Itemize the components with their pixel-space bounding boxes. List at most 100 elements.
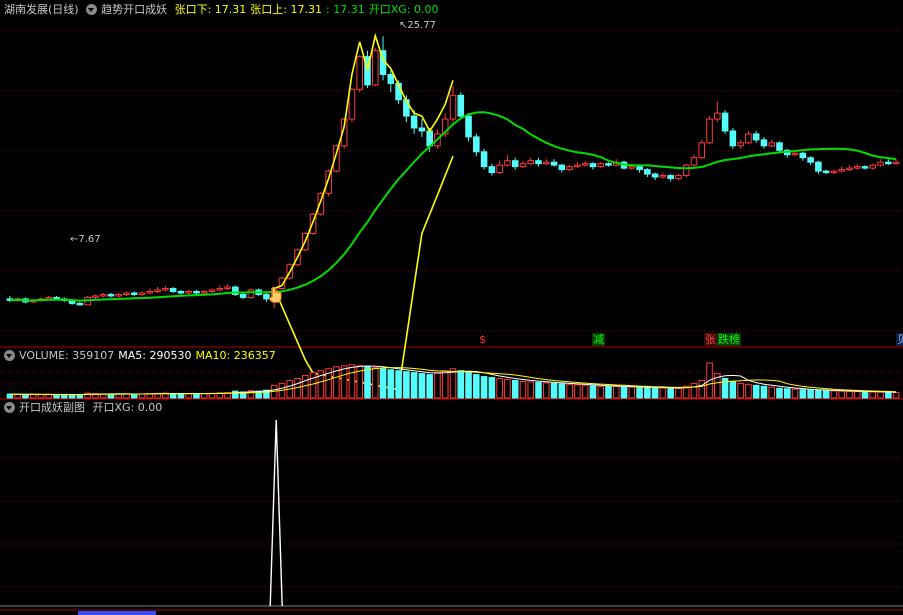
candle-body xyxy=(822,170,830,174)
candle-body xyxy=(488,166,496,174)
volume-bar xyxy=(589,385,597,399)
candle-body xyxy=(263,293,270,300)
volume-bar xyxy=(434,372,441,399)
candle-body xyxy=(682,164,690,177)
candle-body xyxy=(636,166,643,171)
candle-body xyxy=(721,112,729,132)
main-header-item-1: 张口上: 17.31 xyxy=(250,3,322,16)
volume-bar xyxy=(177,393,185,399)
candle-body xyxy=(200,290,208,294)
candle-body xyxy=(154,289,161,292)
candle-body xyxy=(628,166,636,169)
candle-body xyxy=(216,288,224,291)
sub-title[interactable]: 开口成妖副图 xyxy=(19,401,85,414)
volume-header-item-2: MA10: 236357 xyxy=(195,349,276,362)
volume-bar xyxy=(488,377,496,399)
candle-body xyxy=(745,133,752,144)
volume-bar xyxy=(543,382,550,399)
sub-header: 开口成妖副图 开口XG: 0.00 xyxy=(4,401,166,415)
volume-bar xyxy=(791,388,799,399)
candle-body xyxy=(504,160,511,166)
main-header-item-2: : 17.31 xyxy=(326,3,365,16)
candle-body xyxy=(690,157,698,166)
volume-bar xyxy=(340,365,348,399)
volume-bar xyxy=(768,386,776,399)
low-price-label: ←7.67 xyxy=(70,234,101,245)
volume-bar xyxy=(566,383,573,399)
volume-bar xyxy=(550,382,558,399)
candle-body xyxy=(123,292,130,295)
candle-body xyxy=(760,139,768,147)
candle-body xyxy=(807,157,814,163)
main-header-item-3: 开口XG: 0.00 xyxy=(368,3,439,16)
timeline-scroll-indicator xyxy=(78,611,156,615)
volume-bar xyxy=(667,387,674,399)
volume-bar xyxy=(527,381,535,399)
chart-canvas[interactable] xyxy=(0,0,903,615)
candle-body xyxy=(846,167,853,171)
volume-bar xyxy=(853,391,861,399)
volume-bar xyxy=(504,378,511,399)
candle-body xyxy=(535,160,542,165)
volume-bar xyxy=(519,380,527,399)
signal-marker: 张 xyxy=(704,333,717,346)
indicator-dropdown-icon[interactable] xyxy=(86,4,98,15)
volume-bar xyxy=(815,389,822,399)
candle-body xyxy=(92,295,99,298)
sub-dropdown-icon[interactable] xyxy=(4,402,15,413)
candle-body xyxy=(597,163,604,168)
volume-bar xyxy=(892,392,900,399)
candle-body xyxy=(177,290,185,294)
candle-body xyxy=(838,169,845,172)
candle-body xyxy=(449,94,457,120)
candle-body xyxy=(185,290,192,294)
candle-body xyxy=(644,169,651,175)
volume-bar xyxy=(387,369,395,399)
volume-bar xyxy=(799,389,807,399)
indicator-name[interactable]: 趋势开口成妖 xyxy=(101,3,167,16)
volume-bar xyxy=(480,376,488,399)
candle-body xyxy=(162,288,169,291)
volume-bar xyxy=(651,387,659,399)
candle-body xyxy=(387,73,395,84)
candle-body xyxy=(418,127,426,132)
candle-body xyxy=(651,173,659,178)
volume-bar xyxy=(22,394,29,399)
candle-body xyxy=(566,166,573,171)
volume-bar xyxy=(371,367,379,399)
volume-bar xyxy=(185,393,192,399)
volume-bar xyxy=(822,390,830,399)
candle-body xyxy=(247,289,255,298)
volume-bar xyxy=(737,382,744,399)
volume-bar xyxy=(535,381,542,399)
volume-dropdown-icon[interactable] xyxy=(4,350,15,361)
candle-body xyxy=(130,292,138,295)
volume-bar xyxy=(496,378,503,399)
volume-bar xyxy=(620,386,628,399)
candle-body xyxy=(659,175,667,178)
volume-bar xyxy=(379,368,387,399)
volume-bar xyxy=(698,379,706,399)
volume-bar xyxy=(14,393,21,399)
candle-body xyxy=(473,136,480,153)
volume-bar xyxy=(418,373,426,399)
candle-body xyxy=(356,56,363,90)
candle-body xyxy=(169,288,177,292)
volume-bar xyxy=(628,386,636,399)
candle-body xyxy=(496,164,503,174)
candle-body xyxy=(457,94,465,117)
volume-bar xyxy=(68,394,76,399)
volume-bar xyxy=(760,385,768,399)
candle-body xyxy=(99,293,107,297)
candle-body xyxy=(574,164,581,168)
signal-marker: 跌榜 xyxy=(717,333,741,346)
volume-bar xyxy=(861,391,869,399)
candle-body xyxy=(869,164,877,169)
candle-body xyxy=(519,163,527,168)
candle-body xyxy=(146,290,154,294)
stock-name[interactable]: 湖南发展(日线) xyxy=(4,3,79,16)
candle-body xyxy=(371,50,379,86)
volume-bar xyxy=(29,393,37,399)
candle-body xyxy=(667,175,674,180)
candle-body xyxy=(511,160,519,168)
